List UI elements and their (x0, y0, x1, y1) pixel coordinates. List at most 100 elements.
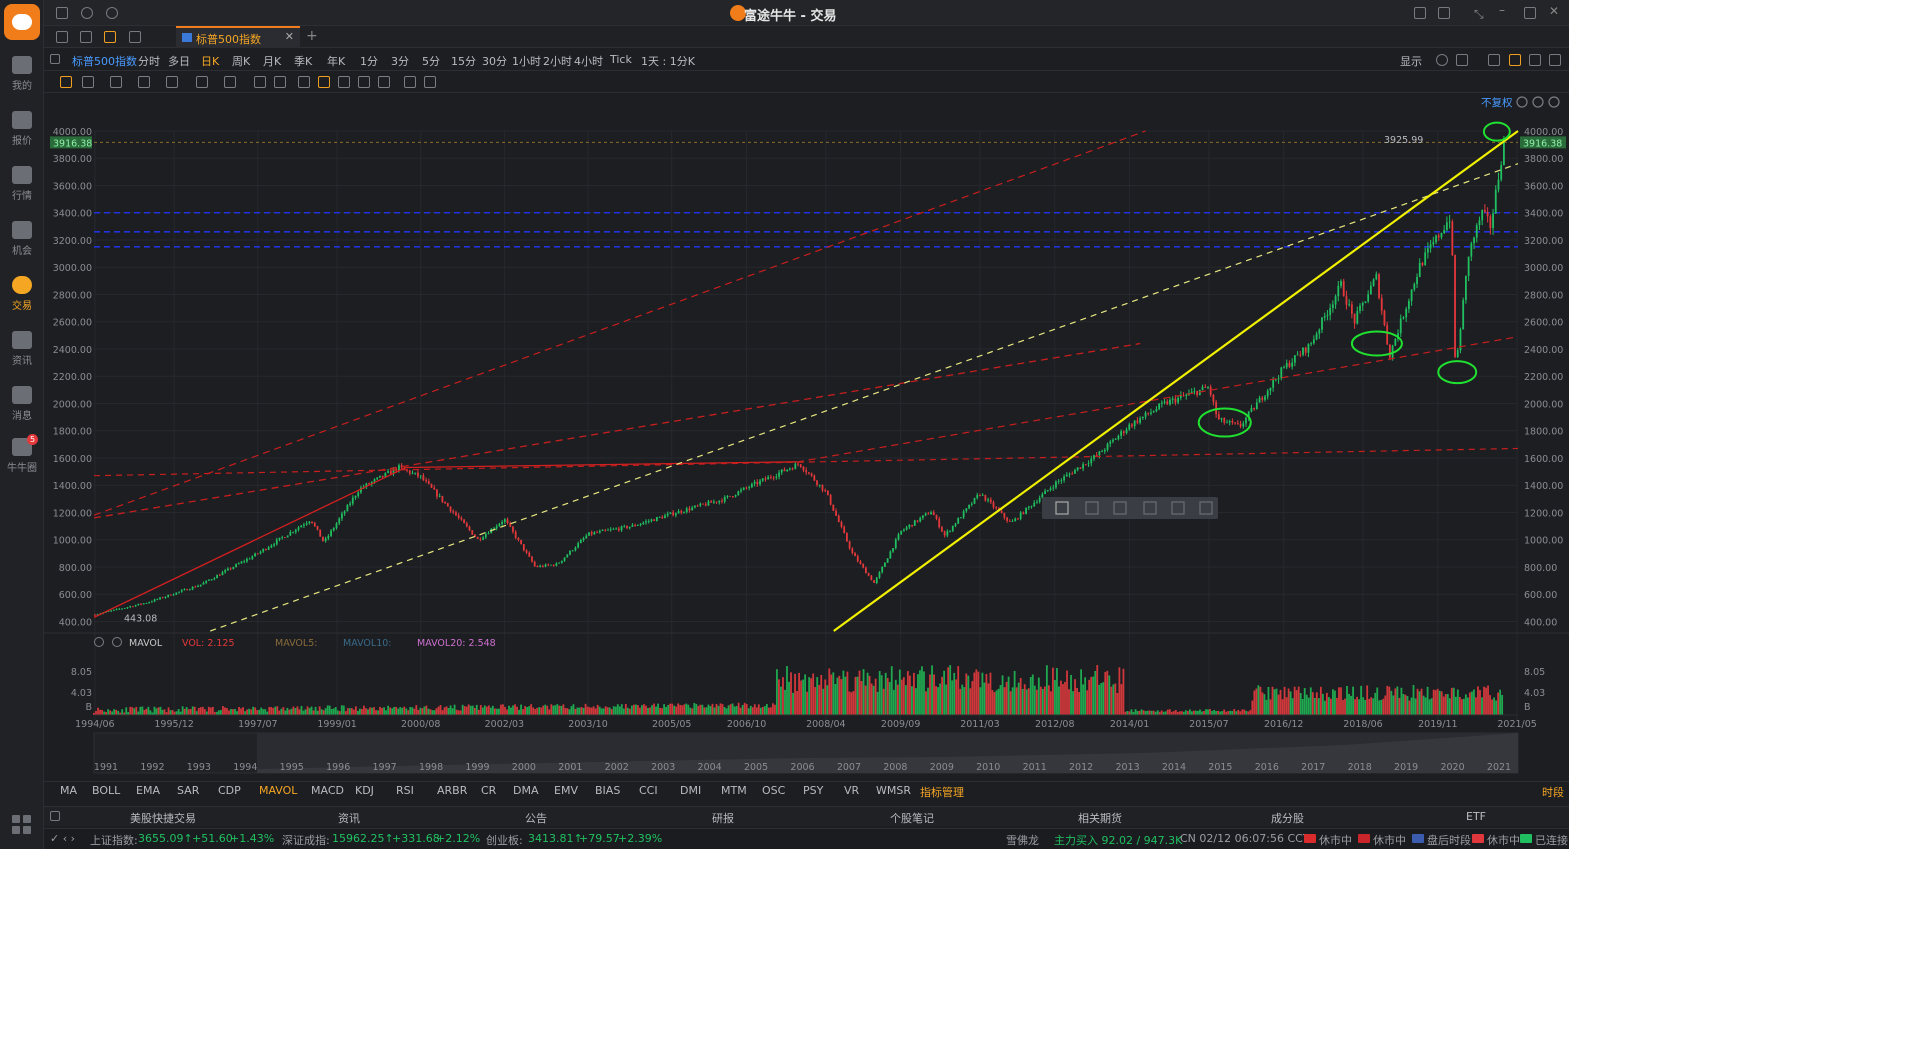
stock-ticker-name[interactable]: 雪佛龙 (1006, 832, 1039, 848)
eraser-icon[interactable] (298, 76, 310, 88)
indicator-mtm[interactable]: MTM (721, 784, 747, 797)
tab-futures[interactable]: 相关期货 (1078, 810, 1122, 826)
headset-icon[interactable] (1414, 7, 1426, 19)
indicator-macd[interactable]: MACD (311, 784, 344, 797)
period-1hour[interactable]: 1小时 (512, 53, 541, 69)
tab-us-quick-trade[interactable]: 美股快捷交易 (130, 810, 196, 826)
indicator-ma[interactable]: MA (60, 784, 77, 797)
tab-announcements[interactable]: 公告 (525, 810, 547, 826)
nav-arrows-icon[interactable]: ✓ ‹ › (50, 832, 75, 845)
period-1min[interactable]: 1分 (360, 53, 378, 69)
period-year[interactable]: 年K (327, 53, 345, 69)
bell-icon[interactable] (81, 7, 93, 19)
magnet-icon[interactable] (104, 31, 116, 43)
shrink-icon[interactable]: ⤡ (1474, 7, 1486, 21)
period-3min[interactable]: 3分 (391, 53, 409, 69)
close-tab-icon[interactable]: ✕ (285, 30, 294, 43)
settings-icon[interactable] (1436, 54, 1448, 66)
new-tab-button[interactable]: + (306, 28, 318, 44)
tab-constituents[interactable]: 成分股 (1271, 810, 1304, 826)
tab-etf[interactable]: ETF (1466, 810, 1486, 823)
pen-icon[interactable] (1509, 54, 1521, 66)
period-quarter[interactable]: 季K (294, 53, 312, 69)
panel-toggle-icon[interactable] (50, 54, 60, 64)
indicator-sar[interactable]: SAR (177, 784, 199, 797)
menu-icon[interactable] (56, 7, 68, 19)
bookmark-icon[interactable] (80, 31, 92, 43)
comment-tool-icon[interactable] (274, 76, 286, 88)
search-icon[interactable] (106, 7, 118, 19)
apps-grid-icon[interactable] (12, 815, 32, 835)
indicator-arbr[interactable]: ARBR (437, 784, 467, 797)
sidebar-item-news[interactable]: 资讯 (0, 325, 44, 375)
futu-logo[interactable] (4, 4, 40, 40)
stock-name[interactable]: 标普500指数 (72, 53, 137, 69)
sidebar-item-market[interactable]: 行情 (0, 160, 44, 210)
minimize-icon[interactable]: – (1499, 3, 1511, 17)
indicator-manage[interactable]: 指标管理 (920, 784, 964, 800)
tab-notes[interactable]: 个股笔记 (890, 810, 934, 826)
period-multiday[interactable]: 多日 (168, 53, 190, 69)
link-icon[interactable] (404, 76, 416, 88)
sidebar-item-community[interactable]: 牛牛圈 5 (0, 432, 44, 482)
sidebar-item-opportunity[interactable]: 机会 (0, 215, 44, 265)
draw-settings-icon[interactable] (424, 76, 436, 88)
price-chart[interactable]: 4000.00 4000.00 3800.00 3800.00 3600.00 3600.… (44, 93, 1569, 783)
side-panel-icon[interactable] (1549, 54, 1561, 66)
layout-icon[interactable] (1456, 54, 1468, 66)
shirt-icon[interactable] (1438, 7, 1450, 19)
indicator-cci[interactable]: CCI (639, 784, 658, 797)
sidebar-item-me[interactable]: 我的 (0, 50, 44, 100)
indicator-dmi[interactable]: DMI (680, 784, 701, 797)
period-week[interactable]: 周K (232, 53, 250, 69)
window-icon[interactable] (129, 31, 141, 43)
close-icon[interactable]: ✕ (1549, 4, 1561, 18)
period-30min[interactable]: 30分 (482, 53, 507, 69)
sidebar-item-messages[interactable]: 消息 (0, 380, 44, 430)
indicator-psy[interactable]: PSY (803, 784, 823, 797)
collapse-icon[interactable] (50, 811, 60, 821)
indicator-boll[interactable]: BOLL (92, 784, 120, 797)
home-icon[interactable] (56, 31, 68, 43)
indicator-rsi[interactable]: RSI (396, 784, 414, 797)
period-month[interactable]: 月K (263, 53, 281, 69)
period-5min[interactable]: 5分 (422, 53, 440, 69)
period-2hour[interactable]: 2小时 (543, 53, 572, 69)
tab-sp500[interactable]: 标普500指数 ✕ (176, 26, 300, 48)
indicator-emv[interactable]: EMV (554, 784, 578, 797)
line-tool-icon[interactable] (82, 76, 94, 88)
period-4hour[interactable]: 4小时 (574, 53, 603, 69)
indicator-mavol[interactable]: MAVOL (259, 784, 297, 797)
indicator-ema[interactable]: EMA (136, 784, 160, 797)
indicator-kdj[interactable]: KDJ (355, 784, 374, 797)
indicator-wmsr[interactable]: WMSR (876, 784, 911, 797)
hide-draw-icon[interactable] (358, 76, 370, 88)
period-tick[interactable]: Tick (610, 53, 632, 66)
tab-news[interactable]: 资讯 (338, 810, 360, 826)
arrow-tool-icon[interactable] (224, 76, 236, 88)
indicator-cr[interactable]: CR (481, 784, 496, 797)
period-15min[interactable]: 15分 (451, 53, 476, 69)
text-tool-icon[interactable] (254, 76, 266, 88)
crosshair-icon[interactable] (60, 76, 72, 88)
wave-tool-icon[interactable] (138, 76, 150, 88)
indicator-vr[interactable]: VR (844, 784, 859, 797)
camera-icon[interactable] (1488, 54, 1500, 66)
indicator-dma[interactable]: DMA (513, 784, 539, 797)
magnet-tool-icon[interactable] (318, 76, 330, 88)
period-custom-dropdown[interactable]: 1天 : 1分K (641, 53, 695, 69)
lock-draw-icon[interactable] (338, 76, 350, 88)
measure-tool-icon[interactable] (196, 76, 208, 88)
tab-research[interactable]: 研报 (712, 810, 734, 826)
delete-draw-icon[interactable] (378, 76, 390, 88)
fib-tool-icon[interactable] (166, 76, 178, 88)
session-toggle[interactable]: 时段 (1542, 784, 1564, 800)
sidebar-item-quotes[interactable]: 报价 (0, 105, 44, 155)
sidebar-item-trade[interactable]: 交易 (0, 270, 44, 320)
shape-tool-icon[interactable] (110, 76, 122, 88)
restore-icon[interactable] (1524, 7, 1536, 19)
fullscreen-icon[interactable] (1529, 54, 1541, 66)
period-fenshi[interactable]: 分时 (138, 53, 160, 69)
indicator-cdp[interactable]: CDP (218, 784, 241, 797)
display-dropdown[interactable]: 显示 (1400, 53, 1422, 69)
